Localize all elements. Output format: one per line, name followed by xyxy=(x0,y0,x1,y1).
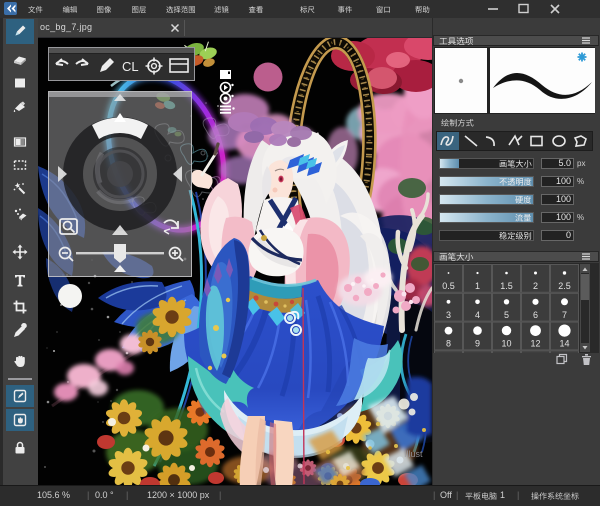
svg-text:0.5: 0.5 xyxy=(442,281,455,291)
svg-text:7: 7 xyxy=(562,310,567,320)
svg-text:4: 4 xyxy=(475,310,480,320)
svg-text:10: 10 xyxy=(501,339,511,349)
svg-text:1: 1 xyxy=(475,281,480,291)
svg-text:CL: CL xyxy=(122,59,139,74)
svg-text:12: 12 xyxy=(530,339,540,349)
svg-text:1.5: 1.5 xyxy=(500,281,513,291)
svg-text:6: 6 xyxy=(533,310,538,320)
svg-text:5: 5 xyxy=(504,310,509,320)
svg-text:14: 14 xyxy=(559,339,569,349)
svg-text:2.5: 2.5 xyxy=(558,281,571,291)
svg-text:8: 8 xyxy=(446,339,451,349)
svg-text:3: 3 xyxy=(446,310,451,320)
svg-text:2: 2 xyxy=(533,281,538,291)
svg-text:Illust: Illust xyxy=(404,449,423,459)
svg-text:9: 9 xyxy=(475,339,480,349)
